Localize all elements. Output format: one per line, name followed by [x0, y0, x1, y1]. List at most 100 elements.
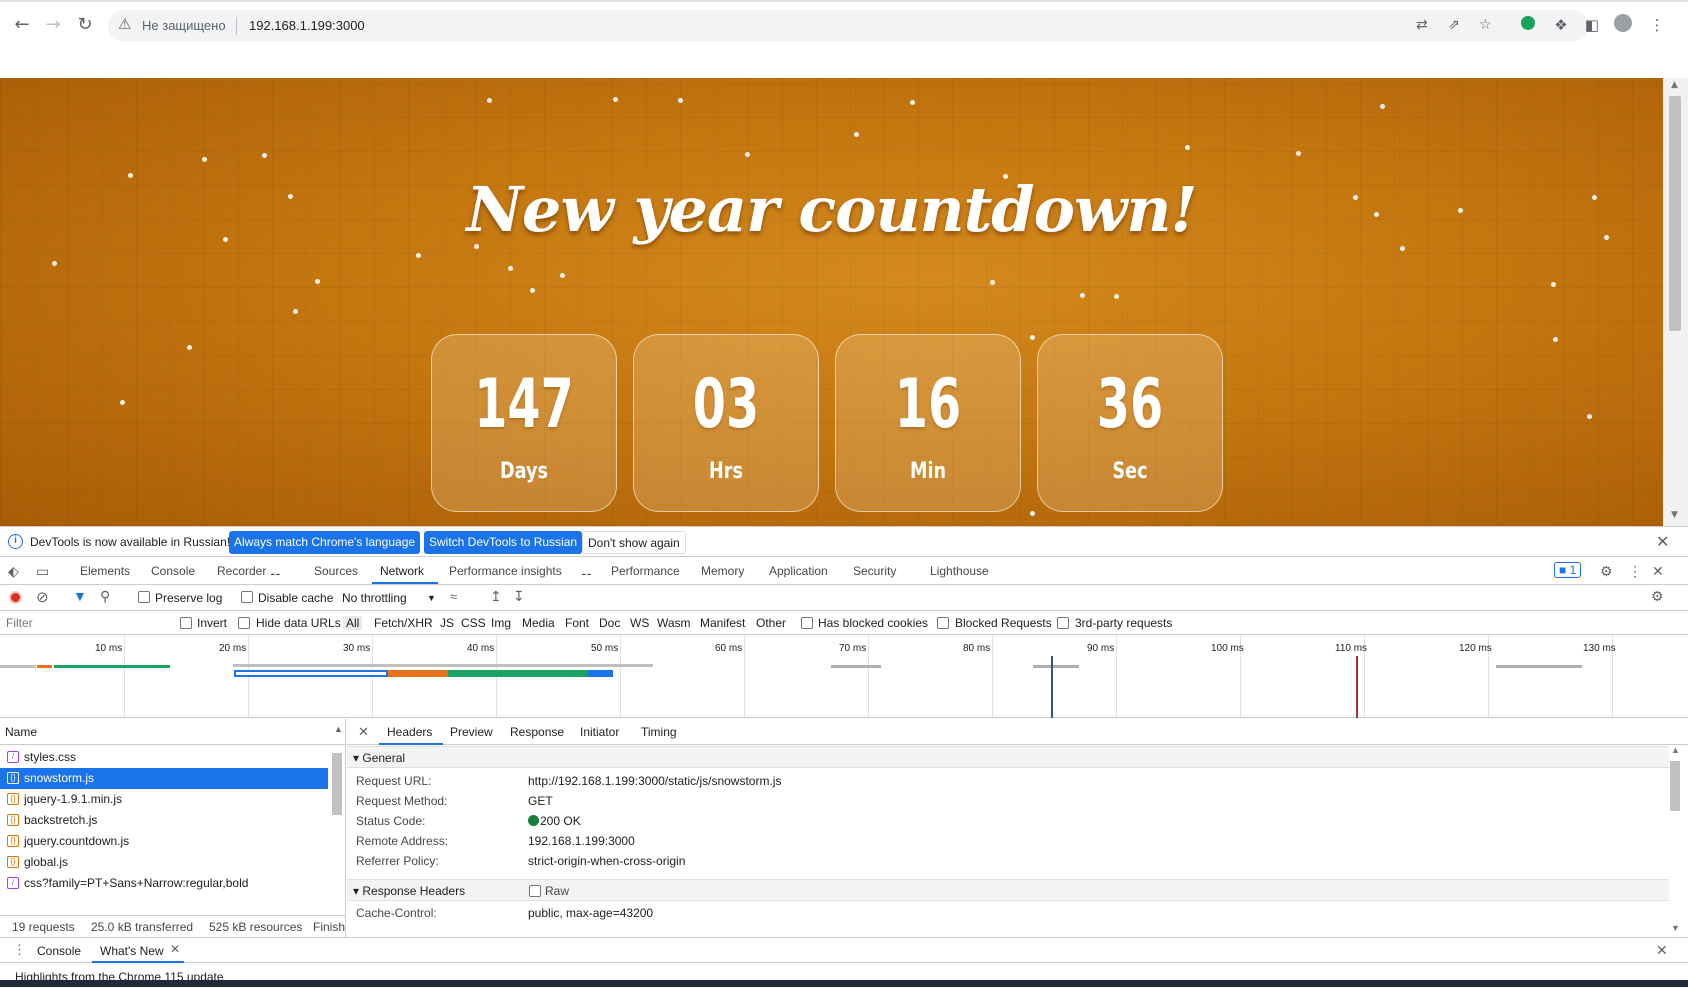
throttling-select[interactable]: No throttling — [342, 591, 407, 605]
close-tab-icon[interactable]: ✕ — [170, 942, 180, 956]
tab-timing[interactable]: Timing — [641, 725, 677, 739]
filter-icon[interactable]: ▼ — [73, 588, 87, 604]
share-icon[interactable]: ⇗ — [1448, 17, 1460, 33]
request-row[interactable]: {} jquery.countdown.js — [0, 831, 328, 852]
tab-application[interactable]: Application — [769, 564, 828, 578]
third-party-checkbox[interactable] — [1057, 617, 1069, 629]
has-blocked-cookies-checkbox[interactable] — [801, 617, 813, 629]
request-list-scrollbar[interactable] — [332, 745, 342, 915]
details-scrollbar[interactable]: ▲ ▼ — [1663, 745, 1688, 937]
extensions-puzzle-icon[interactable]: ❖ — [1550, 14, 1572, 36]
type-filter-other[interactable]: Other — [756, 616, 786, 630]
tab-recorder[interactable]: Recorder — [217, 564, 266, 578]
filter-input[interactable] — [2, 613, 166, 633]
request-list-header[interactable]: Name ▲ — [0, 719, 346, 745]
tab-response[interactable]: Response — [510, 725, 564, 739]
always-match-language-button[interactable]: Always match Chrome's language — [229, 531, 421, 554]
general-section-header[interactable]: ▾ General — [347, 746, 1669, 768]
request-row[interactable]: {} jquery-1.9.1.min.js — [0, 789, 328, 810]
tab-console[interactable]: Console — [151, 564, 195, 578]
drawer-menu-icon[interactable]: ⋮ — [13, 942, 26, 958]
type-filter-ws[interactable]: WS — [630, 616, 649, 630]
invert-checkbox[interactable] — [180, 617, 192, 629]
raw-checkbox[interactable] — [529, 885, 541, 897]
tab-elements[interactable]: Elements — [80, 564, 130, 578]
type-filter-wasm[interactable]: Wasm — [657, 616, 691, 630]
tab-performance[interactable]: Performance — [611, 564, 680, 578]
type-filter-doc[interactable]: Doc — [599, 616, 620, 630]
reload-icon[interactable]: ↻ — [72, 12, 98, 38]
settings-gear-icon[interactable]: ⚙ — [1600, 563, 1613, 580]
preserve-log-checkbox[interactable] — [138, 591, 150, 603]
type-filter-manifest[interactable]: Manifest — [700, 616, 745, 630]
drawer-tab-console[interactable]: Console — [37, 944, 81, 958]
close-drawer-icon[interactable]: ✕ — [1656, 942, 1668, 959]
device-toolbar-icon[interactable]: ▭ — [36, 563, 49, 580]
request-row[interactable]: {} backstretch.js — [0, 810, 328, 831]
issues-badge[interactable]: ■ 1 — [1554, 562, 1582, 578]
tab-sources[interactable]: Sources — [314, 564, 358, 578]
bookmark-star-icon[interactable]: ☆ — [1479, 17, 1492, 33]
menu-kebab-icon[interactable]: ⋮ — [1646, 14, 1668, 36]
disable-cache-checkbox[interactable] — [241, 591, 253, 603]
tab-lighthouse[interactable]: Lighthouse — [930, 564, 989, 578]
tab-security[interactable]: Security — [853, 564, 896, 578]
tab-preview[interactable]: Preview — [450, 725, 493, 739]
tab-memory[interactable]: Memory — [701, 564, 744, 578]
tab-performance-insights[interactable]: Performance insights — [449, 564, 562, 578]
request-row[interactable]: / styles.css — [0, 747, 328, 768]
search-icon[interactable]: ⚲ — [100, 588, 110, 605]
network-settings-icon[interactable]: ⚙ — [1651, 588, 1664, 605]
more-options-icon[interactable]: ⋮ — [1628, 563, 1642, 580]
request-row[interactable]: {} global.js — [0, 852, 328, 873]
type-filter-all[interactable]: All — [343, 616, 363, 630]
address-bar[interactable]: ⚠ Не защищено 192.168.1.199:3000 ⇄ ⇗ ☆ — [108, 10, 1588, 42]
chevron-down-icon[interactable]: ▼ — [427, 593, 436, 603]
close-icon[interactable]: ✕ — [1656, 532, 1669, 552]
url-text[interactable]: 192.168.1.199:3000 — [249, 18, 365, 33]
warning-icon[interactable]: ⚠ — [118, 15, 131, 33]
back-icon[interactable]: ← — [9, 12, 35, 38]
scrollbar-thumb[interactable] — [1670, 761, 1680, 811]
switch-to-russian-button[interactable]: Switch DevTools to Russian — [424, 531, 583, 554]
security-label[interactable]: Не защищено — [142, 18, 226, 33]
extension-green-icon[interactable] — [1517, 14, 1539, 36]
side-panel-icon[interactable]: ◧ — [1581, 14, 1603, 36]
dont-show-again-button[interactable]: Don't show again — [582, 531, 686, 554]
type-filter-media[interactable]: Media — [522, 616, 555, 630]
name-column-header[interactable]: Name — [5, 725, 37, 739]
clear-icon[interactable]: ⊘ — [36, 588, 49, 606]
download-har-icon[interactable]: ↧ — [513, 588, 525, 605]
close-details-icon[interactable]: ✕ — [358, 724, 369, 740]
type-filter-fetch-xhr[interactable]: Fetch/XHR — [374, 616, 433, 630]
network-overview-timeline[interactable]: 10 ms 20 ms 30 ms 40 ms 50 ms 60 ms 70 ms 80 ms… — [0, 636, 1688, 718]
type-filter-css[interactable]: CSS — [461, 616, 486, 630]
type-filter-font[interactable]: Font — [565, 616, 589, 630]
drawer-tab-whats-new[interactable]: What's New — [100, 944, 164, 958]
record-icon[interactable] — [9, 591, 22, 604]
request-row[interactable]: {} snowstorm.js — [0, 768, 328, 789]
close-devtools-icon[interactable]: ✕ — [1652, 563, 1664, 580]
tab-initiator[interactable]: Initiator — [580, 725, 619, 739]
scrollbar-thumb[interactable] — [1669, 96, 1681, 331]
type-filter-js[interactable]: JS — [440, 616, 454, 630]
request-row[interactable]: / css?family=PT+Sans+Narrow:regular,bold — [0, 873, 328, 894]
upload-har-icon[interactable]: ↥ — [490, 588, 502, 605]
forward-icon[interactable]: → — [40, 12, 66, 38]
scroll-up-icon[interactable]: ▲ — [1671, 745, 1680, 755]
network-conditions-icon[interactable]: ≈ — [450, 589, 457, 604]
tab-network[interactable]: Network — [380, 564, 424, 578]
sort-arrow-icon[interactable]: ▲ — [334, 724, 343, 734]
translate-icon[interactable]: ⇄ — [1416, 17, 1428, 33]
scroll-down-icon[interactable]: ▼ — [1671, 510, 1678, 520]
blocked-requests-checkbox[interactable] — [937, 617, 949, 629]
profile-avatar-icon[interactable] — [1612, 14, 1634, 36]
inspect-element-icon[interactable]: ⬖ — [8, 563, 19, 580]
type-filter-img[interactable]: Img — [491, 616, 511, 630]
page-scrollbar[interactable]: ▲ ▼ — [1663, 78, 1688, 526]
response-headers-section[interactable]: ▾ Response Headers Raw — [347, 879, 1669, 901]
scroll-up-icon[interactable]: ▲ — [1671, 80, 1678, 90]
scrollbar-thumb[interactable] — [332, 753, 342, 815]
scroll-down-icon[interactable]: ▼ — [1671, 923, 1680, 933]
hide-data-urls-checkbox[interactable] — [238, 617, 250, 629]
